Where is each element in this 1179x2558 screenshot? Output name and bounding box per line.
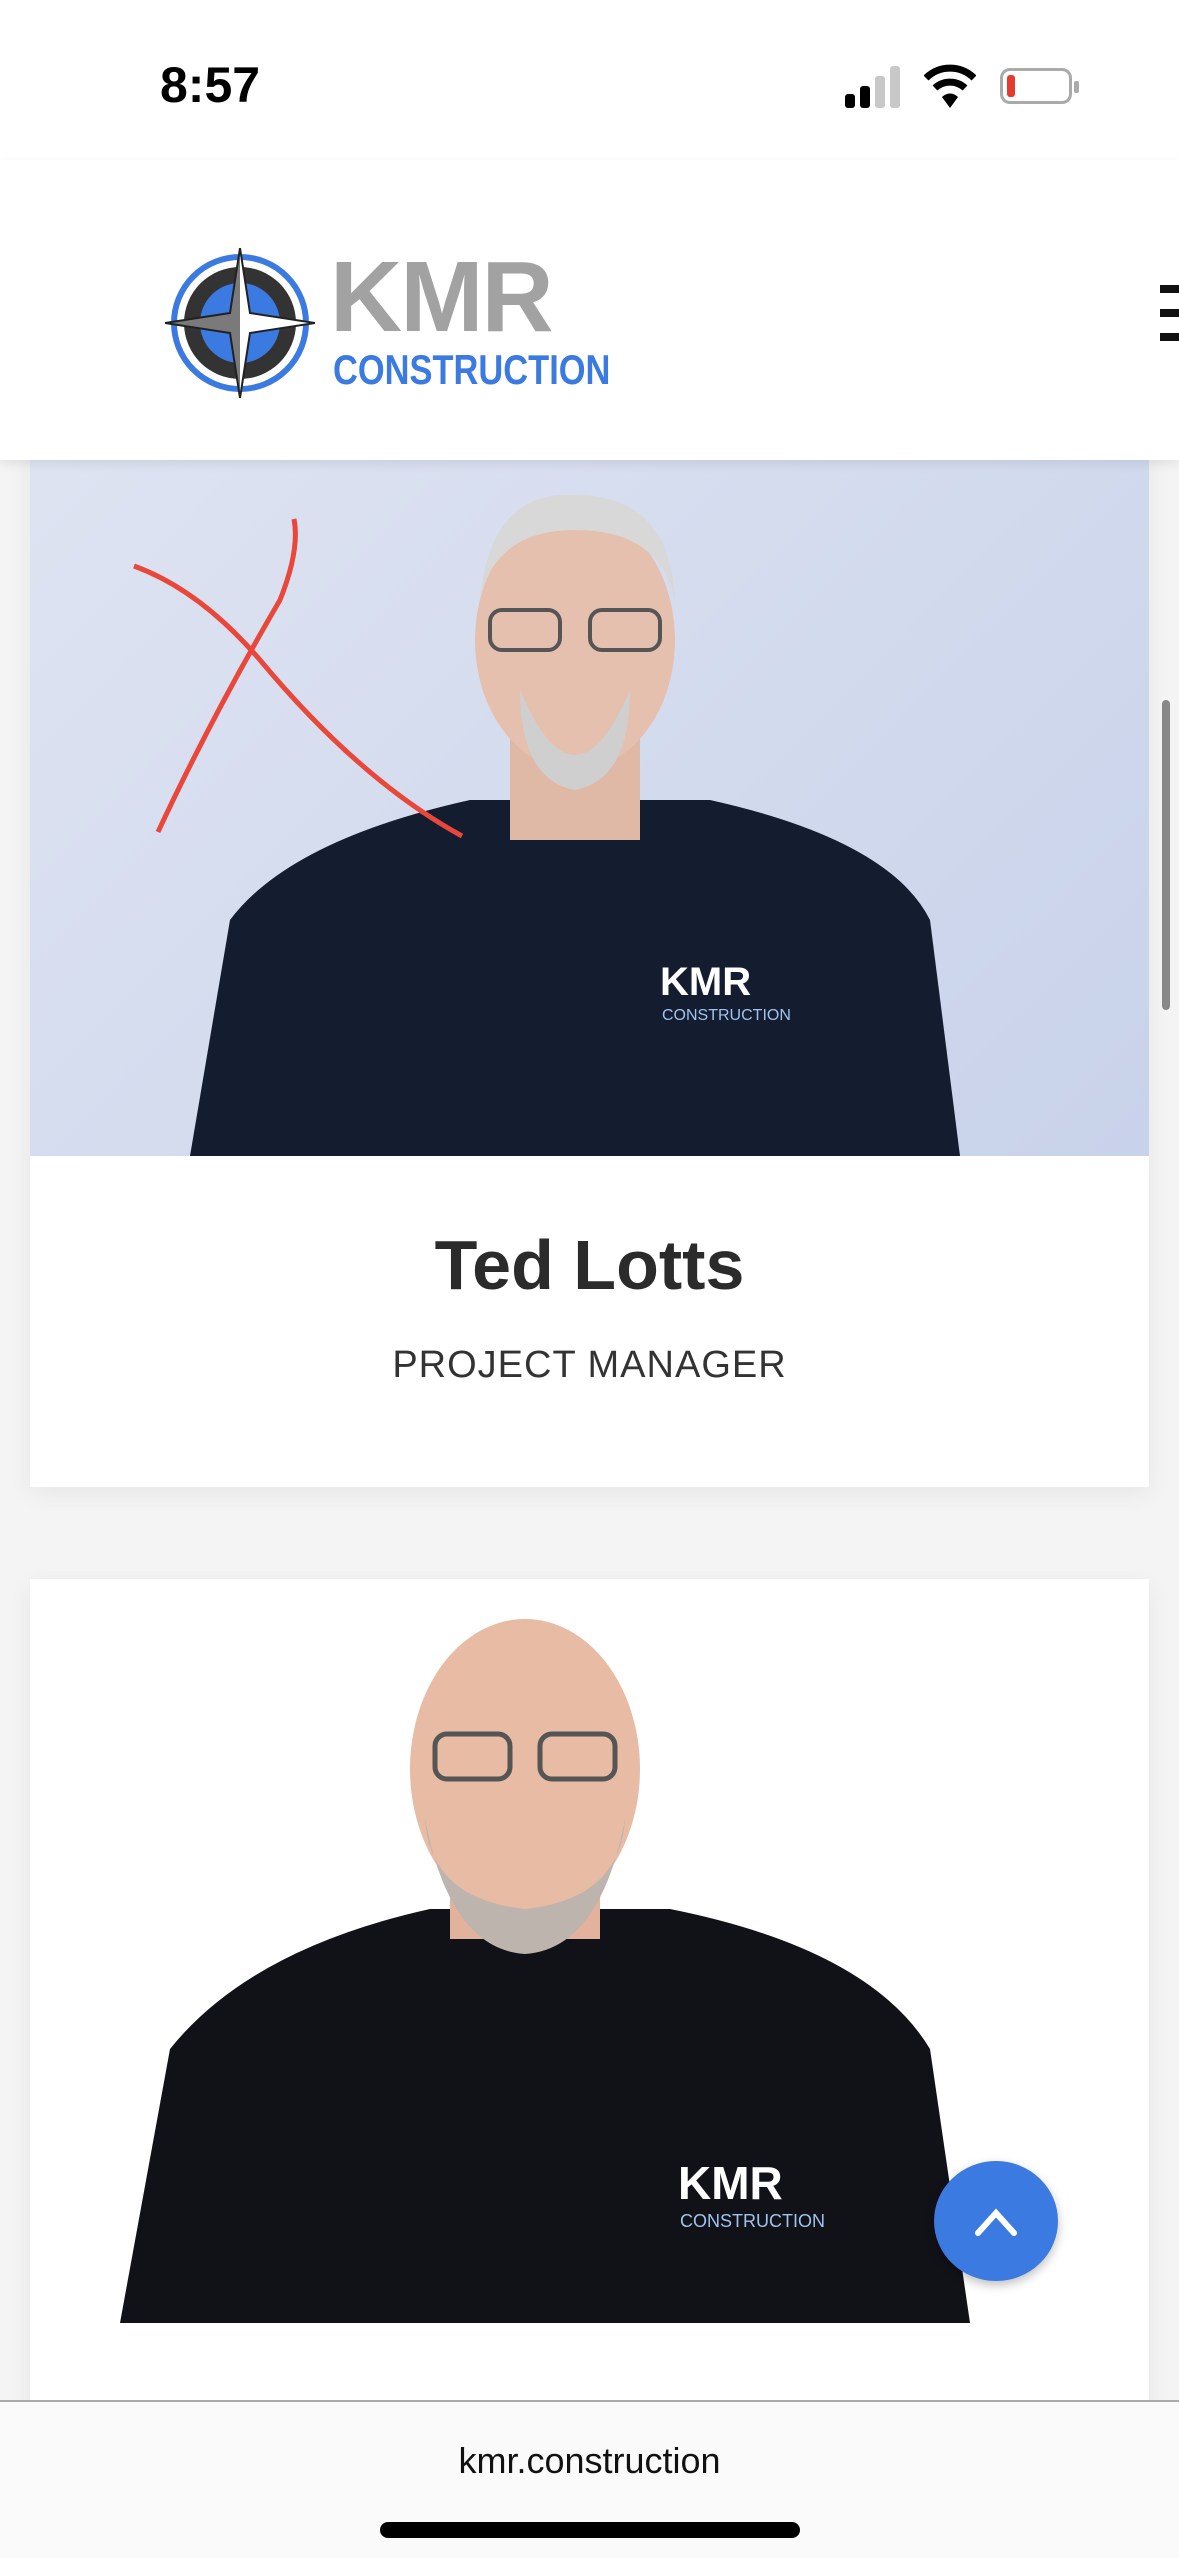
logo-construction: CONSTRUCTION (333, 346, 611, 393)
svg-text:KMR: KMR (678, 2157, 783, 2209)
hamburger-menu-button[interactable] (1160, 285, 1179, 345)
page-scrollbar[interactable] (1162, 700, 1170, 1010)
member-title: PROJECT MANAGER (392, 1344, 787, 1386)
member-name: Ted Lotts (434, 1226, 745, 1304)
svg-text:CONSTRUCTION: CONSTRUCTION (680, 2211, 825, 2231)
status-time: 8:57 (160, 57, 261, 113)
team-card: KMR CONSTRUCTION Ted Lotts PROJECT MANAG… (30, 400, 1149, 1487)
signal-icon (845, 66, 900, 108)
battery-icon (1000, 68, 1079, 104)
browser-address-bar[interactable]: kmr.construction (0, 2400, 1179, 2558)
url-text[interactable]: kmr.construction (0, 2440, 1179, 2482)
red-x-annotation (133, 518, 464, 839)
compass-logo-icon (165, 248, 315, 398)
wifi-icon (924, 64, 976, 108)
site-header: KMR CONSTRUCTION (0, 160, 1179, 460)
status-bar: 8:57 (0, 0, 1179, 160)
scroll-to-top-button[interactable] (934, 2161, 1058, 2281)
logo-kmr: KMR (330, 241, 554, 353)
logo[interactable]: KMR CONSTRUCTION (165, 241, 610, 398)
team-card: KMR CONSTRUCTION (30, 1579, 1149, 2479)
team-photo: KMR CONSTRUCTION (30, 400, 1149, 1156)
home-indicator (380, 2522, 800, 2538)
chevron-up-icon (975, 2208, 1017, 2236)
